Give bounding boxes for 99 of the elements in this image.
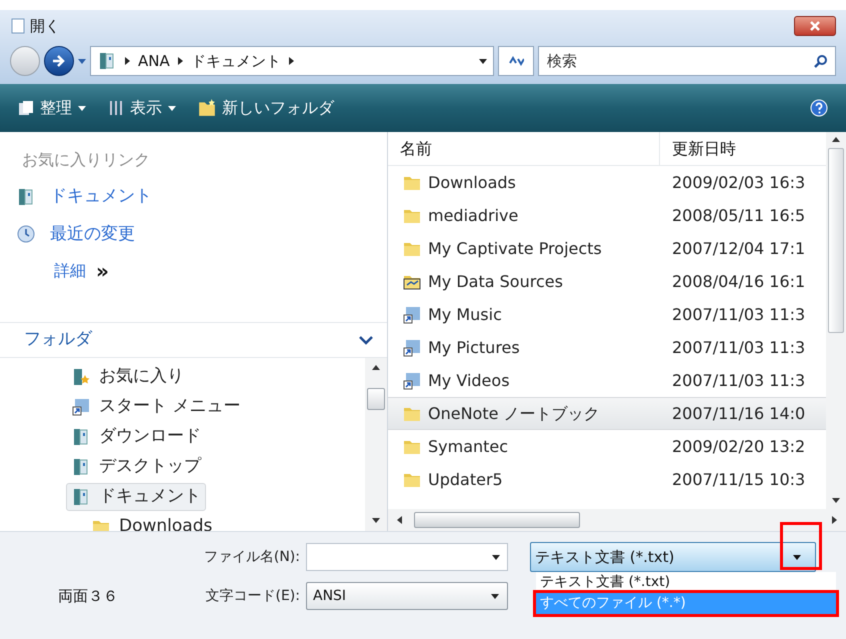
scrollbar[interactable]	[365, 358, 387, 531]
column-header[interactable]: 更新日時	[660, 132, 826, 165]
arrow-down-icon	[372, 517, 380, 525]
tree-item[interactable]: ダウンロード	[66, 423, 206, 451]
favorite-link[interactable]: 最近の変更	[16, 222, 387, 247]
date-cell-text: 2007/12/04 17:1	[671, 238, 806, 260]
new-folder-icon	[198, 99, 216, 117]
help-icon	[810, 99, 828, 117]
scrollbar-thumb[interactable]	[828, 148, 844, 333]
columns-icon	[108, 100, 124, 116]
file-row[interactable]: My Captivate Projects 2007/12/04 17:1	[388, 232, 826, 265]
address-bar[interactable]: ANA ドキュメント	[90, 46, 494, 76]
file-name: Downloads	[428, 172, 516, 194]
date-cell-text: 2007/11/03 11:3	[671, 370, 806, 392]
file-name: My Pictures	[428, 336, 520, 358]
scrollbar-thumb[interactable]	[414, 512, 580, 528]
arrow-right-icon	[52, 54, 66, 68]
file-name: Symantec	[428, 436, 508, 458]
file-row[interactable]: mediadrive 2008/05/11 16:5	[388, 199, 826, 232]
shortcut-folder-icon	[402, 338, 422, 358]
note-text: 両面３６	[57, 586, 119, 607]
caret-icon	[78, 58, 86, 64]
field-label: ファイル名(N):	[202, 548, 301, 566]
filename-field[interactable]	[306, 543, 508, 571]
scrollbar-thumb[interactable]	[367, 388, 385, 410]
clock-icon	[16, 224, 36, 244]
file-name: My Videos	[428, 370, 510, 392]
file-name: My Captivate Projects	[428, 238, 602, 260]
file-row[interactable]: My Pictures 2007/11/03 11:3	[388, 331, 826, 364]
arrow-right-icon	[830, 516, 838, 524]
file-name: Updater5	[428, 468, 503, 490]
arrow-up-icon	[372, 364, 380, 372]
file-name: OneNote ノートブック	[428, 402, 600, 424]
file-row[interactable]: Symantec 2009/02/20 13:2	[388, 430, 826, 463]
filetype-dropdown[interactable]: テキスト文書 (*.txt)	[530, 542, 816, 572]
date-cell-text: 2009/02/03 16:3	[671, 172, 806, 194]
close-icon	[810, 21, 820, 31]
scrollbar[interactable]	[826, 132, 846, 509]
file-row[interactable]: My Music 2007/11/03 11:3	[388, 298, 826, 331]
file-name: My Music	[428, 304, 502, 326]
tree-item[interactable]: デスクトップ	[66, 453, 206, 481]
date-cell-text: 2008/04/16 16:1	[671, 270, 806, 292]
section-heading: お気に入りリンク	[22, 149, 151, 171]
arrow-down-icon	[832, 497, 840, 505]
arrow-left-icon	[396, 516, 404, 524]
file-row[interactable]: OneNote ノートブック 2007/11/16 14:0	[388, 397, 826, 430]
forward-button[interactable]	[44, 46, 74, 76]
section-heading: フォルダ	[24, 328, 92, 352]
refresh-button[interactable]	[498, 46, 534, 76]
file-row[interactable]: My Videos 2007/11/03 11:3	[388, 364, 826, 397]
breadcrumb-item[interactable]: ANA	[138, 50, 170, 72]
file-name: mediadrive	[428, 204, 518, 226]
more-link[interactable]: 詳細	[54, 259, 86, 283]
shortcut-folder-icon	[402, 370, 422, 390]
caret-icon	[491, 594, 499, 598]
window-icon	[10, 18, 26, 34]
toolbar-button[interactable]: 整理	[18, 96, 86, 120]
date-cell-text: 2007/11/15 10:3	[671, 468, 806, 490]
favorite-link[interactable]: ドキュメント	[16, 184, 387, 210]
file-row[interactable]: Downloads 2009/02/03 16:3	[388, 166, 826, 199]
caret-icon	[168, 106, 176, 110]
star-folder-icon	[71, 367, 91, 387]
close-button[interactable]	[794, 16, 836, 36]
tree-item[interactable]: ドキュメント	[66, 483, 206, 511]
file-row[interactable]: My Data Sources 2008/04/16 16:1	[388, 265, 826, 298]
tree-item[interactable]: お気に入り	[66, 363, 189, 391]
field-label: 文字コード(E):	[204, 586, 301, 606]
refresh-icon	[508, 55, 524, 67]
date-cell-text: 2007/11/03 11:3	[671, 304, 806, 326]
file-row[interactable]: Updater5 2007/11/15 10:3	[388, 463, 826, 496]
encoding-dropdown[interactable]: ANSI	[306, 582, 508, 610]
caret-icon	[793, 554, 801, 560]
breadcrumb-item[interactable]: ドキュメント	[190, 50, 281, 72]
double-chevron-icon: »	[96, 261, 109, 281]
column-header[interactable]: 名前	[388, 132, 660, 165]
chevron-down-icon[interactable]	[359, 336, 373, 344]
arrow-up-icon	[832, 136, 840, 144]
toolbar-button[interactable]: 表示	[108, 96, 176, 120]
horizontal-scrollbar[interactable]	[388, 509, 846, 531]
chevron-right-icon	[288, 57, 294, 65]
file-name: My Data Sources	[428, 270, 563, 292]
tree-item[interactable]: スタート メニュー	[66, 393, 246, 421]
date-cell-text: 2007/11/03 11:3	[671, 336, 806, 358]
date-cell-text: 2008/05/11 16:5	[671, 204, 806, 226]
caret-icon	[78, 106, 86, 110]
search-icon	[814, 54, 828, 68]
chevron-right-icon	[125, 57, 130, 65]
pages-icon	[18, 100, 34, 116]
chevron-right-icon	[178, 57, 183, 65]
dropdown-option[interactable]: テキスト文書 (*.txt)	[536, 572, 836, 593]
toolbar-button[interactable]: 新しいフォルダ	[198, 96, 334, 120]
window-title: 開く	[30, 16, 60, 37]
search-field[interactable]: 検索	[538, 46, 836, 76]
shortcut-folder-icon	[402, 304, 422, 324]
caret-icon	[492, 555, 500, 560]
date-cell-text: 2009/02/20 13:2	[671, 436, 806, 458]
caret-icon	[479, 58, 487, 64]
shortcut-folder-icon	[71, 397, 91, 417]
date-cell-text: 2007/11/16 14:0	[671, 402, 806, 424]
